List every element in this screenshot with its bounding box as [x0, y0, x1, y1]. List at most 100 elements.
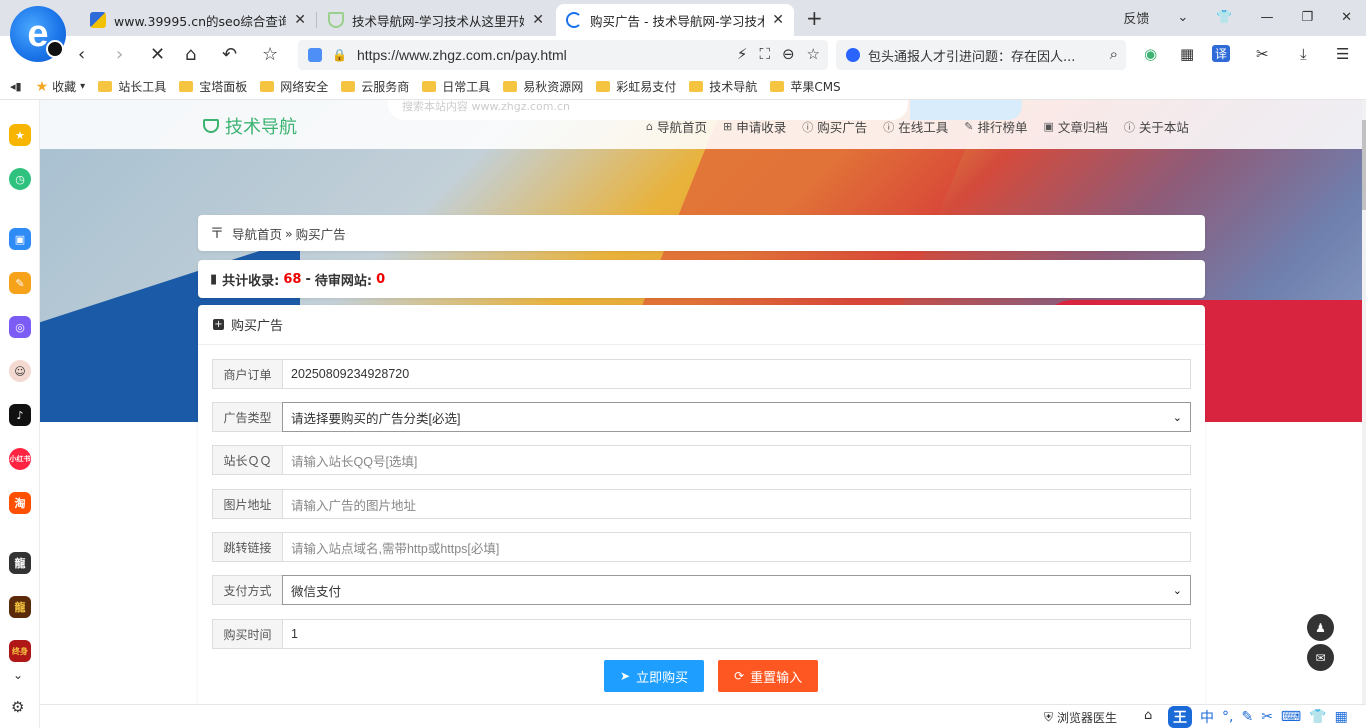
- buy-now-button[interactable]: ➤ 立即购买: [604, 660, 705, 692]
- undo-icon[interactable]: ↶: [222, 44, 237, 65]
- shield-plus-icon: ⛨: [1044, 710, 1054, 724]
- grid-icon[interactable]: ▦: [1335, 709, 1348, 725]
- chevron-down-icon[interactable]: ⌄: [1177, 10, 1188, 25]
- search-icon[interactable]: ⌕: [1110, 45, 1118, 63]
- tiktok-icon[interactable]: ♪: [9, 404, 31, 426]
- favorites-star-icon[interactable]: ★: [9, 124, 31, 146]
- loading-spinner-icon: [566, 12, 582, 28]
- nav-home[interactable]: ⌂ 导航首页: [646, 117, 707, 136]
- purchase-duration-input[interactable]: 1: [282, 619, 1191, 649]
- tools-icon[interactable]: ✎: [9, 272, 31, 294]
- qq-input[interactable]: 请输入站长QQ号[选填]: [282, 445, 1191, 475]
- nav-submit[interactable]: ⊞ 申请收录: [723, 117, 786, 136]
- payment-method-select[interactable]: 微信支付 ⌄: [282, 575, 1191, 605]
- close-icon[interactable]: ✕: [772, 12, 784, 28]
- nav-archive[interactable]: ▣ 文章归档: [1044, 117, 1108, 136]
- restore-icon[interactable]: ❐: [1301, 10, 1313, 25]
- image-url-input[interactable]: 请输入广告的图片地址: [282, 489, 1191, 519]
- shield-icon[interactable]: [308, 48, 322, 62]
- bookmark-folder[interactable]: 技术导航: [689, 78, 757, 95]
- lock-icon[interactable]: 🔒: [332, 48, 347, 62]
- bookmark-folder[interactable]: 云服务商: [341, 78, 409, 95]
- redirect-link-input[interactable]: 请输入站点域名,需带http或https[必填]: [282, 532, 1191, 562]
- minimize-icon[interactable]: —: [1260, 10, 1273, 25]
- download-icon[interactable]: ⤓: [1300, 45, 1307, 63]
- search-box[interactable]: 包头通报人才引进问题：存在因人... ⌕: [836, 40, 1126, 70]
- pen-icon[interactable]: ✎: [1241, 709, 1253, 725]
- bag-icon[interactable]: ⌂: [1144, 708, 1152, 723]
- order-number-field[interactable]: 20250809234928720: [282, 359, 1191, 389]
- shirt-icon[interactable]: 👕: [1309, 709, 1326, 725]
- stop-loading-button[interactable]: ✕: [150, 44, 165, 65]
- taobao-icon[interactable]: 淘: [9, 492, 31, 514]
- ad-type-select[interactable]: 请选择要购买的广告分类[必选] ⌄: [282, 402, 1191, 432]
- browser-logo-icon[interactable]: e: [10, 6, 66, 62]
- scissors-icon[interactable]: ✂: [1261, 709, 1273, 725]
- scissors-icon[interactable]: ✂: [1256, 45, 1269, 63]
- browser-doctor-button[interactable]: ⛨ 浏览器医生: [1044, 709, 1117, 726]
- total-count: 68: [283, 271, 302, 287]
- new-tab-button[interactable]: +: [806, 6, 823, 30]
- sidebar-toggle-icon[interactable]: ◂▮: [10, 80, 22, 93]
- bookmark-folder[interactable]: 宝塔面板: [179, 78, 247, 95]
- home-icon[interactable]: ⌂: [185, 44, 196, 65]
- menu-icon[interactable]: ☰: [1336, 45, 1349, 63]
- scrollbar-thumb[interactable]: [1362, 120, 1366, 210]
- star-icon[interactable]: ☆: [807, 45, 820, 63]
- bookmark-favorites[interactable]: ★ 收藏 ▾: [36, 78, 86, 95]
- qq-float-icon[interactable]: ♟: [1307, 614, 1334, 641]
- forward-button[interactable]: ›: [116, 44, 123, 65]
- bookmark-folder[interactable]: 站长工具: [98, 78, 166, 95]
- xiaohongshu-icon[interactable]: 小红书: [9, 448, 31, 470]
- page-scrollbar[interactable]: [1362, 100, 1366, 704]
- nav-buy-ads[interactable]: ⓘ 购买广告: [802, 117, 867, 136]
- bookmark-folder[interactable]: 日常工具: [422, 78, 490, 95]
- skin-shirt-icon[interactable]: 👕: [1216, 10, 1232, 25]
- folder-icon: [770, 81, 785, 92]
- tab-buy-ads[interactable]: 购买广告 - 技术导航网-学习技术 ✕: [556, 4, 794, 36]
- tab-seo-query[interactable]: www.39995.cn的seo综合查询 - ✕: [80, 4, 316, 36]
- dragon-game-2-icon[interactable]: 龍: [9, 596, 31, 618]
- bookmark-folder[interactable]: 网络安全: [260, 78, 328, 95]
- zoom-icon[interactable]: ⊖: [782, 45, 795, 63]
- bookmark-folder[interactable]: 易秋资源网: [503, 78, 583, 95]
- reset-button[interactable]: ⟳ 重置输入: [718, 660, 819, 692]
- history-clock-icon[interactable]: ◷: [9, 168, 31, 190]
- search-query[interactable]: 包头通报人才引进问题：存在因人...: [868, 46, 1108, 65]
- bookmark-folder[interactable]: 彩虹易支付: [596, 78, 676, 95]
- nav-tools[interactable]: ⓘ 在线工具: [883, 117, 948, 136]
- address-bar[interactable]: 🔒 https://www.zhgz.com.cn/pay.html ⚡ ⛶ ⊖…: [298, 40, 828, 70]
- game-promo-icon[interactable]: 终身: [9, 640, 31, 662]
- lightning-icon[interactable]: ⚡: [737, 45, 748, 63]
- translate-icon[interactable]: 译: [1212, 45, 1231, 62]
- toolbox-icon[interactable]: ▣: [9, 228, 31, 250]
- back-button[interactable]: ‹: [78, 44, 85, 65]
- ime-mode[interactable]: 中: [1200, 707, 1214, 727]
- punctuation-icon[interactable]: °,: [1222, 709, 1233, 725]
- close-icon[interactable]: ✕: [294, 12, 306, 28]
- chevron-down-icon[interactable]: ⌄: [13, 668, 23, 682]
- dragon-game-icon[interactable]: 龍: [9, 552, 31, 574]
- bookmark-folder[interactable]: 苹果CMS: [770, 78, 841, 95]
- avatar-icon[interactable]: ☺: [9, 360, 31, 382]
- keyboard-icon[interactable]: ⌨: [1281, 709, 1301, 725]
- favorites-list-icon[interactable]: ☆: [262, 44, 278, 65]
- plus-square-icon: +: [213, 319, 224, 330]
- email-float-icon[interactable]: ✉: [1307, 644, 1334, 671]
- breadcrumb-home-link[interactable]: 导航首页: [232, 224, 282, 243]
- apps-grid-icon[interactable]: ▦: [1180, 45, 1194, 63]
- nav-ranking[interactable]: ✎ 排行榜单: [964, 117, 1027, 136]
- nav-about[interactable]: ⓘ 关于本站: [1124, 117, 1189, 136]
- feedback-button[interactable]: 反馈: [1123, 8, 1149, 27]
- eye-care-icon[interactable]: ◉: [1144, 45, 1157, 63]
- game-controller-icon[interactable]: ◎: [9, 316, 31, 338]
- site-logo[interactable]: 技术导航: [203, 113, 297, 139]
- window-close-icon[interactable]: ✕: [1341, 10, 1352, 25]
- close-icon[interactable]: ✕: [532, 12, 544, 28]
- tab-tech-nav[interactable]: 技术导航网-学习技术从这里开始 ✕: [318, 4, 554, 36]
- screenshot-icon[interactable]: ⛶: [759, 45, 770, 63]
- ime-logo-icon[interactable]: 王: [1168, 706, 1192, 728]
- url-text[interactable]: https://www.zhgz.com.cn/pay.html: [357, 47, 567, 63]
- left-sidebar: ★ ◷ ▣ ✎ ◎ ☺ ♪ 小红书 淘 龍 龍 终身 ⌄ ⚙: [0, 100, 40, 728]
- gear-icon[interactable]: ⚙: [11, 698, 24, 716]
